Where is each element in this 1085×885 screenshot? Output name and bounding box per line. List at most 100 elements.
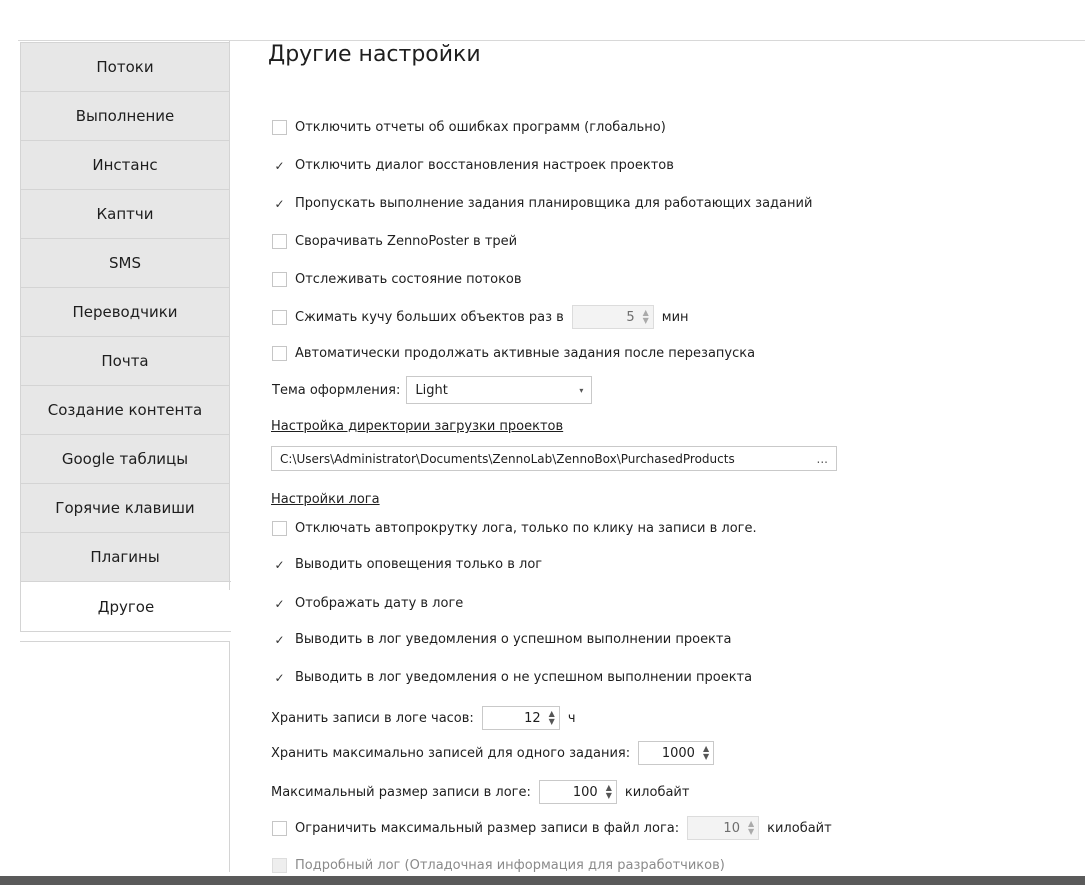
checkbox[interactable]	[272, 120, 287, 135]
theme-label: Тема оформления:	[272, 382, 401, 398]
keep-hours-stepper[interactable]: 12 ▲ ▼	[481, 706, 560, 730]
sidebar-item-hotkeys[interactable]: Горячие клавиши	[20, 483, 230, 532]
unit-label: мин	[661, 309, 689, 325]
sidebar-item-label: Переводчики	[72, 303, 178, 321]
unit-label: килобайт	[624, 784, 690, 800]
limit-file-record-stepper[interactable]: 10 ▲ ▼	[687, 816, 760, 840]
checkbox[interactable]	[272, 858, 287, 873]
sidebar-item-content[interactable]: Создание контента	[20, 385, 230, 434]
checkbox-checked[interactable]: ✓	[272, 670, 287, 685]
option-minimize-tray[interactable]: Сворачивать ZennoPoster в трей	[272, 234, 517, 249]
sidebar-divider	[229, 642, 230, 872]
option-limit-file-record[interactable]: Ограничить максимальный размер записи в …	[272, 816, 832, 840]
checkbox-checked[interactable]: ✓	[272, 196, 287, 211]
option-label: Автоматически продолжать активные задани…	[295, 346, 756, 361]
checkbox[interactable]	[272, 309, 287, 325]
top-divider	[18, 40, 1085, 41]
sidebar-item-label: Другое	[97, 597, 155, 616]
option-auto-resume[interactable]: Автоматически продолжать активные задани…	[272, 346, 755, 361]
projects-dir-link-row: Настройка директории загрузки проектов	[271, 419, 563, 434]
checkbox[interactable]	[272, 272, 287, 287]
log-settings-link[interactable]: Настройки лога	[271, 492, 380, 507]
option-label: Выводить в лог уведомления о не успешном…	[295, 670, 753, 685]
option-disable-error-reports[interactable]: Отключить отчеты об ошибках программ (гл…	[272, 120, 666, 135]
browse-button[interactable]: ...	[817, 452, 828, 466]
sidebar-item-label: Каптчи	[96, 205, 154, 223]
option-label: Отключить диалог восстановления настроек…	[295, 158, 674, 173]
sidebar-item-captcha[interactable]: Каптчи	[20, 189, 230, 238]
sidebar-item-label: Почта	[101, 352, 149, 370]
sidebar-item-execution[interactable]: Выполнение	[20, 91, 230, 140]
option-log-failure[interactable]: ✓ Выводить в лог уведомления о не успешн…	[272, 670, 752, 685]
option-label: Пропускать выполнение задания планировщи…	[295, 196, 813, 211]
checkbox[interactable]	[272, 346, 287, 361]
option-label: Отображать дату в логе	[295, 596, 464, 611]
keep-hours-row: Хранить записи в логе часов: 12 ▲ ▼ ч	[271, 706, 576, 730]
check-icon: ✓	[274, 557, 285, 572]
max-record-size-label: Максимальный размер записи в логе:	[271, 784, 531, 800]
sidebar-item-sms[interactable]: SMS	[20, 238, 230, 287]
option-label: Ограничить максимальный размер записи в …	[295, 820, 680, 836]
sidebar-item-label: Потоки	[96, 58, 154, 76]
stepper-value: 10	[723, 820, 740, 836]
stepper-value: 100	[572, 784, 598, 800]
checkbox-checked[interactable]: ✓	[272, 596, 287, 611]
option-verbose-log[interactable]: Подробный лог (Отладочная информация для…	[272, 858, 725, 873]
check-icon: ✓	[274, 670, 285, 685]
projects-dir-link[interactable]: Настройка директории загрузки проектов	[271, 419, 563, 434]
sidebar-item-instance[interactable]: Инстанс	[20, 140, 230, 189]
option-disable-autoscroll[interactable]: Отключать автопрокрутку лога, только по …	[272, 521, 757, 536]
check-icon: ✓	[274, 158, 285, 173]
sidebar-item-threads[interactable]: Потоки	[20, 42, 230, 91]
max-record-size-stepper[interactable]: 100 ▲ ▼	[538, 780, 617, 804]
sidebar-item-label: Выполнение	[75, 107, 175, 125]
projects-dir-input[interactable]: C:\Users\Administrator\Documents\ZennoLa…	[271, 446, 837, 471]
bottom-bar	[0, 876, 1085, 885]
option-label: Сжимать кучу больших объектов раз в	[295, 309, 564, 325]
spin-down-icon[interactable]: ▼	[549, 718, 555, 726]
spin-down-icon[interactable]: ▼	[703, 753, 709, 761]
chevron-down-icon: ▾	[579, 385, 584, 395]
sidebar-bottom-line	[20, 641, 230, 642]
checkbox-checked[interactable]: ✓	[272, 632, 287, 647]
checkbox[interactable]	[272, 820, 287, 836]
sidebar-item-other[interactable]: Другое	[20, 581, 231, 632]
option-skip-scheduler[interactable]: ✓ Пропускать выполнение задания планиров…	[272, 196, 812, 211]
option-show-date[interactable]: ✓ Отображать дату в логе	[272, 596, 463, 611]
checkbox[interactable]	[272, 234, 287, 249]
sidebar-item-mail[interactable]: Почта	[20, 336, 230, 385]
log-settings-link-row: Настройки лога	[271, 492, 380, 507]
checkbox-checked[interactable]: ✓	[272, 557, 287, 572]
stepper-value: 12	[524, 710, 541, 726]
page-title: Другие настройки	[268, 42, 481, 67]
unit-label: ч	[567, 710, 576, 726]
spin-down-icon[interactable]: ▼	[748, 828, 754, 836]
option-track-threads[interactable]: Отслеживать состояние потоков	[272, 272, 522, 287]
sidebar-item-label: Плагины	[90, 548, 160, 566]
spin-down-icon[interactable]: ▼	[606, 792, 612, 800]
option-label: Выводить в лог уведомления о успешном вы…	[295, 632, 732, 647]
max-records-row: Хранить максимально записей для одного з…	[271, 741, 722, 765]
option-log-success[interactable]: ✓ Выводить в лог уведомления о успешном …	[272, 632, 731, 647]
option-compress-heap[interactable]: Сжимать кучу больших объектов раз в 5 ▲ ▼…	[272, 305, 689, 329]
sidebar-item-label: SMS	[109, 254, 141, 272]
sidebar-item-label: Инстанс	[92, 156, 158, 174]
theme-value: Light	[415, 382, 448, 398]
compress-heap-stepper[interactable]: 5 ▲ ▼	[571, 305, 654, 329]
check-icon: ✓	[274, 632, 285, 647]
settings-sidebar: Потоки Выполнение Инстанс Каптчи SMS Пер…	[20, 42, 231, 632]
max-records-stepper[interactable]: 1000 ▲ ▼	[638, 741, 715, 765]
option-notifications-only-log[interactable]: ✓ Выводить оповещения только в лог	[272, 557, 542, 572]
option-label: Отключить отчеты об ошибках программ (гл…	[295, 120, 666, 135]
check-icon: ✓	[274, 596, 285, 611]
option-disable-restore-dialog[interactable]: ✓ Отключить диалог восстановления настро…	[272, 158, 674, 173]
checkbox[interactable]	[272, 521, 287, 536]
sidebar-item-label: Горячие клавиши	[55, 499, 195, 517]
sidebar-item-plugins[interactable]: Плагины	[20, 532, 230, 581]
checkbox-checked[interactable]: ✓	[272, 158, 287, 173]
spin-down-icon[interactable]: ▼	[643, 317, 649, 325]
sidebar-item-translators[interactable]: Переводчики	[20, 287, 230, 336]
sidebar-item-google-sheets[interactable]: Google таблицы	[20, 434, 230, 483]
option-label: Сворачивать ZennoPoster в трей	[295, 234, 518, 249]
theme-select[interactable]: Light ▾	[406, 376, 593, 404]
